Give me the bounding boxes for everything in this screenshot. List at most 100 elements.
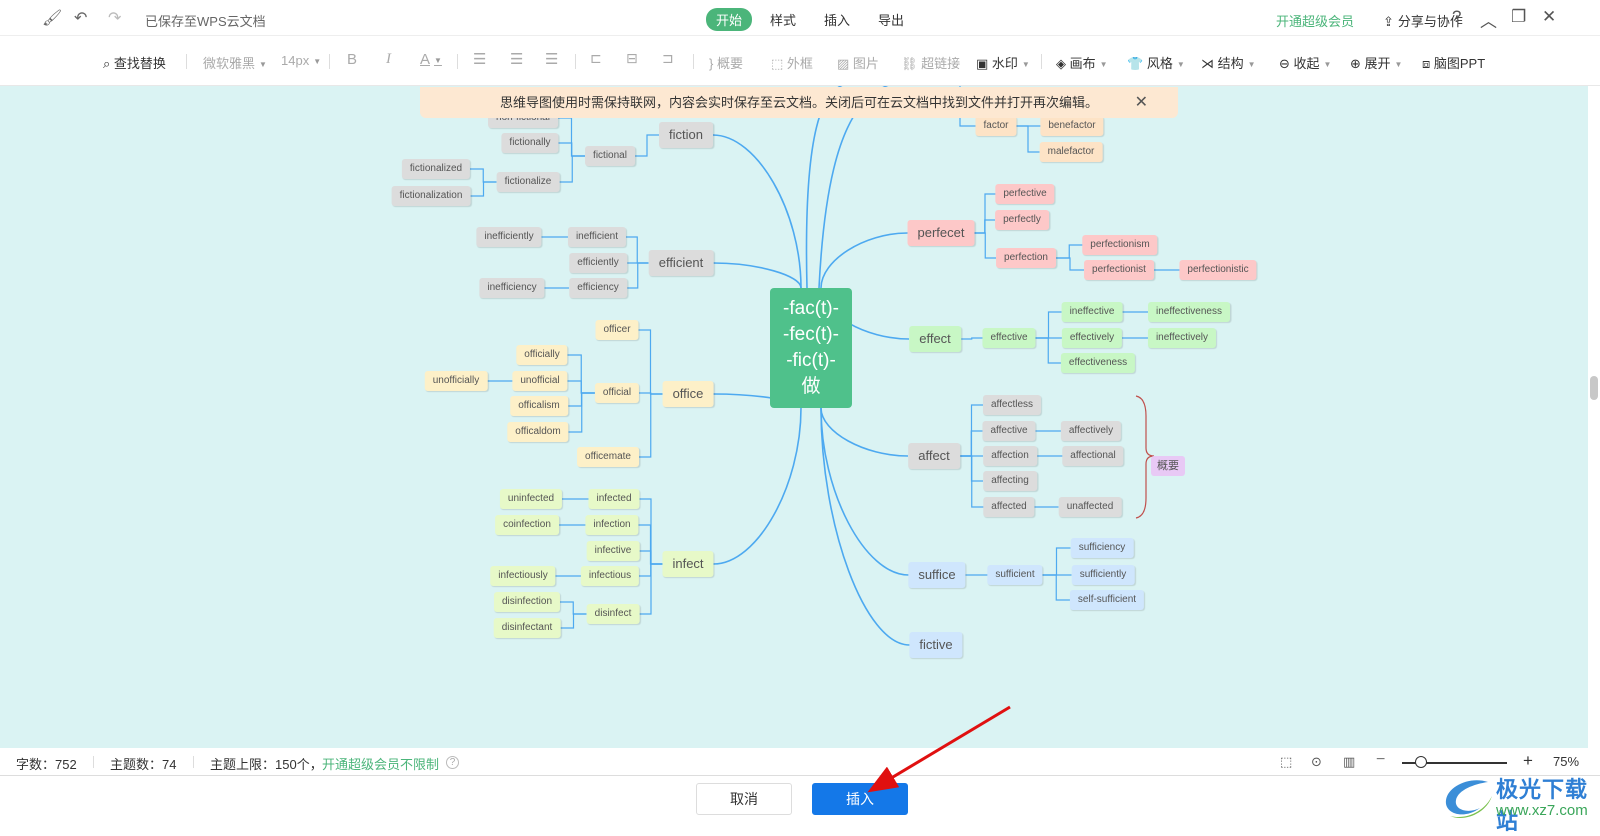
topic-node[interactable]: efficiently: [569, 253, 627, 273]
topic-node[interactable]: effectively: [1061, 328, 1123, 348]
topic-node[interactable]: fictionalized: [401, 159, 471, 179]
zoom-out-button[interactable]: −: [1376, 751, 1385, 769]
help-icon[interactable]: ?: [1452, 7, 1461, 27]
topic-node[interactable]: fictional: [585, 146, 635, 166]
topic-node[interactable]: sufficiency: [1070, 538, 1134, 558]
style-button[interactable]: 👕 风格 ▼: [1127, 53, 1185, 72]
align-center-icon[interactable]: ☰: [510, 50, 523, 68]
expand-button[interactable]: ⊕ 展开 ▼: [1350, 53, 1402, 72]
align-right-icon[interactable]: ☰: [545, 50, 558, 68]
topic-node[interactable]: disinfect: [586, 604, 640, 624]
hyperlink-button[interactable]: ⛓ 超链接: [901, 53, 960, 72]
topic-node[interactable]: fictionalization: [391, 186, 471, 206]
topic-node[interactable]: disinfection: [493, 592, 561, 612]
topic-node[interactable]: coinfection: [495, 515, 559, 535]
undo-icon[interactable]: ↶: [74, 8, 87, 28]
topic-node[interactable]: perfectionistic: [1179, 260, 1257, 280]
topic-node[interactable]: self-sufficient: [1069, 590, 1145, 610]
redo-icon[interactable]: ↷: [108, 8, 121, 28]
topic-node[interactable]: effect: [909, 326, 961, 352]
zoom-in-button[interactable]: +: [1523, 751, 1533, 771]
cancel-button[interactable]: 取消: [696, 783, 792, 815]
align-left-icon[interactable]: ☰: [473, 50, 486, 68]
topic-node[interactable]: affection: [983, 446, 1037, 466]
topic-node[interactable]: infectious: [580, 566, 640, 586]
topic-node[interactable]: unofficial: [512, 371, 568, 391]
font-size-select[interactable]: 14px ▼: [281, 53, 321, 68]
topic-node[interactable]: infective: [586, 541, 640, 561]
vip-unlimited-link[interactable]: 开通超级会员不限制: [322, 754, 439, 773]
topic-node[interactable]: disinfectant: [493, 618, 561, 638]
summary-topic[interactable]: 概要: [1151, 456, 1185, 476]
topic-node[interactable]: affecting: [983, 471, 1037, 491]
topic-node[interactable]: affect: [908, 443, 960, 469]
topic-node[interactable]: official: [594, 383, 640, 403]
tab-style[interactable]: 样式: [760, 8, 806, 31]
structure-button[interactable]: ⋊ 结构 ▼: [1201, 53, 1256, 72]
topic-node[interactable]: effective: [982, 328, 1036, 348]
topic-node[interactable]: inefficiency: [479, 278, 545, 298]
collapse-icon[interactable]: ︿: [1480, 7, 1497, 32]
outer-frame-button[interactable]: ⬚ 外框: [771, 53, 813, 72]
topic-node[interactable]: inefficient: [567, 227, 627, 247]
topic-node[interactable]: infectiously: [490, 566, 556, 586]
find-replace-button[interactable]: ⌕ 查找替换: [103, 53, 166, 72]
insert-sibling-icon[interactable]: ⊟: [626, 50, 638, 67]
topic-node[interactable]: affectively: [1060, 421, 1122, 441]
topic-node[interactable]: malefactor: [1039, 142, 1103, 162]
font-family-select[interactable]: 微软雅黑 ▼: [203, 53, 267, 72]
topic-node[interactable]: uninfected: [499, 489, 563, 509]
topic-node[interactable]: suffice: [908, 562, 966, 588]
canvas-button[interactable]: ◈ 画布 ▼: [1056, 53, 1108, 72]
topic-node[interactable]: factor: [975, 116, 1017, 136]
topic-node[interactable]: ineffectively: [1147, 328, 1217, 348]
close-icon[interactable]: ✕: [1135, 87, 1148, 118]
vip-link[interactable]: 开通超级会员: [1276, 11, 1354, 30]
topic-node[interactable]: efficiency: [569, 278, 627, 298]
topic-node[interactable]: ineffectiveness: [1148, 302, 1230, 322]
topic-node[interactable]: perfectionist: [1084, 260, 1154, 280]
map-icon[interactable]: ▥: [1343, 754, 1355, 770]
select-icon[interactable]: ⬚: [1280, 754, 1292, 770]
help-icon[interactable]: ?: [446, 756, 459, 769]
topic-node[interactable]: affective: [982, 421, 1036, 441]
topic-node[interactable]: officaldom: [507, 422, 569, 442]
topic-node[interactable]: office: [662, 381, 714, 407]
mindmap-ppt-button[interactable]: ⧈ 脑图PPT: [1422, 53, 1485, 72]
topic-node[interactable]: affected: [983, 497, 1035, 517]
summary-button[interactable]: } 概要: [709, 53, 743, 72]
topic-node[interactable]: affectional: [1062, 446, 1124, 466]
topic-node[interactable]: officemate: [577, 447, 639, 467]
topic-node[interactable]: efficient: [648, 250, 714, 276]
topic-node[interactable]: infected: [588, 489, 640, 509]
insert-parent-icon[interactable]: ⊐: [662, 50, 674, 67]
topic-node[interactable]: fictionalize: [496, 172, 560, 192]
topic-node[interactable]: ineffective: [1061, 302, 1123, 322]
topic-node[interactable]: fiction: [659, 122, 713, 148]
topic-node[interactable]: benefactor: [1040, 116, 1104, 136]
locate-icon[interactable]: ⊙: [1311, 754, 1322, 770]
topic-node[interactable]: inefficiently: [476, 227, 542, 247]
topic-node[interactable]: fictionally: [501, 133, 559, 153]
mindmap-canvas[interactable]: -fac(t)- -fec(t)- -fic(t)- 做 fiction fict…: [0, 86, 1588, 748]
restore-icon[interactable]: ❐: [1511, 7, 1526, 27]
zoom-slider-thumb[interactable]: [1414, 756, 1427, 768]
collapse-button[interactable]: ⊖ 收起 ▼: [1279, 53, 1331, 72]
format-painter-icon[interactable]: 🖌: [42, 8, 62, 28]
watermark-button[interactable]: ▣ 水印 ▼: [976, 53, 1030, 72]
tab-start[interactable]: 开始: [706, 8, 753, 31]
image-button[interactable]: ▨ 图片: [837, 53, 879, 72]
topic-node[interactable]: officalism: [510, 396, 568, 416]
topic-node[interactable]: perfectly: [995, 210, 1049, 230]
topic-node[interactable]: sufficient: [987, 565, 1043, 585]
share-button[interactable]: ⇪ 分享与协作: [1383, 11, 1463, 30]
topic-node[interactable]: perfective: [995, 184, 1055, 204]
topic-node[interactable]: fictive: [909, 632, 963, 658]
font-color-button[interactable]: A ▼: [420, 51, 442, 68]
tab-insert[interactable]: 插入: [814, 8, 860, 31]
bold-button[interactable]: B: [347, 51, 357, 68]
vertical-scrollbar[interactable]: [1588, 86, 1600, 748]
topic-node[interactable]: perfectionism: [1082, 235, 1158, 255]
topic-node[interactable]: sufficiently: [1071, 565, 1135, 585]
topic-node[interactable]: infection: [585, 515, 639, 535]
